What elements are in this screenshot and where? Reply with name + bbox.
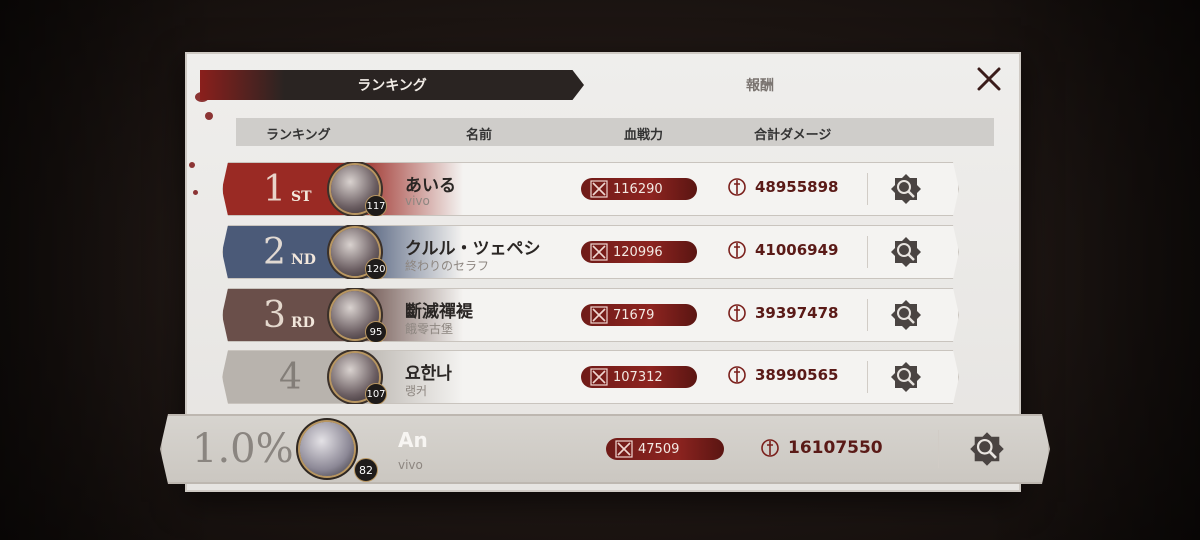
- power-badge: 107312: [581, 366, 697, 388]
- magnifier-icon: [889, 235, 923, 269]
- divider: [867, 361, 868, 393]
- crossed-swords-icon: [589, 367, 609, 387]
- sword-emblem-icon: [727, 365, 747, 385]
- rank-suffix: RD: [291, 315, 315, 331]
- level-badge: 117: [365, 195, 387, 217]
- crossed-swords-icon: [614, 439, 634, 459]
- guild-name: 終わりのセラフ: [405, 259, 490, 273]
- damage-value: 41006949: [755, 241, 839, 259]
- ranking-row: 3 RD 95 斷滅禪褆 餓零古堡 71679 39397478: [222, 288, 959, 342]
- level-badge: 107: [365, 383, 387, 405]
- divider: [867, 299, 868, 331]
- rank-number: 4: [279, 357, 302, 398]
- divider: [938, 430, 939, 468]
- damage-cell: 38990565: [727, 365, 839, 385]
- damage-value: 39397478: [755, 304, 839, 322]
- self-guild: vivo: [398, 458, 423, 472]
- ranking-row: 1 ST 117 あいる vivo 116290 48955898: [222, 162, 959, 216]
- player-name: クルル・ツェペシ: [405, 239, 541, 259]
- damage-cell: 39397478: [727, 303, 839, 323]
- level-badge: 120: [365, 258, 387, 280]
- header-power: 血戦力: [624, 128, 664, 143]
- power-value: 120996: [613, 244, 663, 260]
- header-name: 名前: [466, 128, 493, 143]
- guild-name: 餓零古堡: [405, 322, 454, 336]
- self-rank: 1.0%: [192, 426, 294, 472]
- power-value: 47509: [638, 441, 680, 457]
- rank-suffix: ND: [291, 252, 316, 268]
- damage-cell: 48955898: [727, 177, 839, 197]
- blood-splatter: [189, 162, 195, 168]
- close-button[interactable]: [972, 62, 1006, 96]
- power-value: 107312: [613, 369, 663, 385]
- blood-splatter: [193, 190, 198, 195]
- damage-value: 16107550: [788, 438, 883, 458]
- guild-name: 랭커: [405, 384, 428, 398]
- detail-button[interactable]: [889, 172, 923, 206]
- self-row: 1.0% 82 An vivo 47509 16107550: [160, 414, 1050, 484]
- avatar: [300, 422, 354, 476]
- self-name: An: [398, 428, 428, 452]
- player-name: 요한나: [405, 364, 452, 384]
- power-badge: 120996: [581, 241, 697, 263]
- self-detail-button[interactable]: [968, 430, 1002, 464]
- power-badge: 47509: [606, 438, 724, 460]
- power-badge: 116290: [581, 178, 697, 200]
- magnifier-icon: [889, 298, 923, 332]
- magnifier-icon: [889, 172, 923, 206]
- crossed-swords-icon: [589, 242, 609, 262]
- sword-emblem-icon: [727, 303, 747, 323]
- detail-button[interactable]: [889, 235, 923, 269]
- guild-name: vivo: [405, 194, 430, 208]
- detail-button[interactable]: [889, 360, 923, 394]
- tab-reward[interactable]: 報酬: [710, 70, 810, 100]
- header-rank: ランキング: [266, 128, 331, 143]
- magnifier-icon: [968, 430, 1006, 468]
- power-badge: 71679: [581, 304, 697, 326]
- header-damage: 合計ダメージ: [754, 128, 832, 143]
- player-name: あいる: [405, 176, 456, 196]
- sword-emblem-icon: [760, 438, 780, 458]
- tab-ranking[interactable]: ランキング: [200, 70, 584, 100]
- crossed-swords-icon: [589, 305, 609, 325]
- player-name: 斷滅禪褆: [405, 302, 473, 322]
- level-badge: 82: [354, 458, 378, 482]
- damage-value: 38990565: [755, 366, 839, 384]
- rank-suffix: ST: [291, 189, 312, 205]
- sword-emblem-icon: [727, 177, 747, 197]
- damage-cell: 41006949: [727, 240, 839, 260]
- divider: [867, 236, 868, 268]
- close-icon: [977, 67, 1001, 91]
- sword-emblem-icon: [727, 240, 747, 260]
- rank-number: 3: [263, 295, 286, 336]
- power-value: 71679: [613, 307, 655, 323]
- damage-value: 48955898: [755, 178, 839, 196]
- rank-number: 1: [263, 169, 286, 210]
- detail-button[interactable]: [889, 298, 923, 332]
- rank-number: 2: [263, 232, 286, 273]
- level-badge: 95: [365, 321, 387, 343]
- damage-cell: 16107550: [760, 438, 883, 458]
- ranking-row: 4 107 요한나 랭커 107312 38990565: [222, 350, 959, 404]
- tab-bar: ランキング 報酬: [200, 68, 1010, 102]
- power-value: 116290: [613, 181, 663, 197]
- blood-splatter: [205, 112, 213, 120]
- table-header: ランキング 名前 血戦力 合計ダメージ: [236, 118, 994, 146]
- crossed-swords-icon: [589, 179, 609, 199]
- ranking-row: 2 ND 120 クルル・ツェペシ 終わりのセラフ 120996 4100694…: [222, 225, 959, 279]
- divider: [867, 173, 868, 205]
- magnifier-icon: [889, 360, 923, 394]
